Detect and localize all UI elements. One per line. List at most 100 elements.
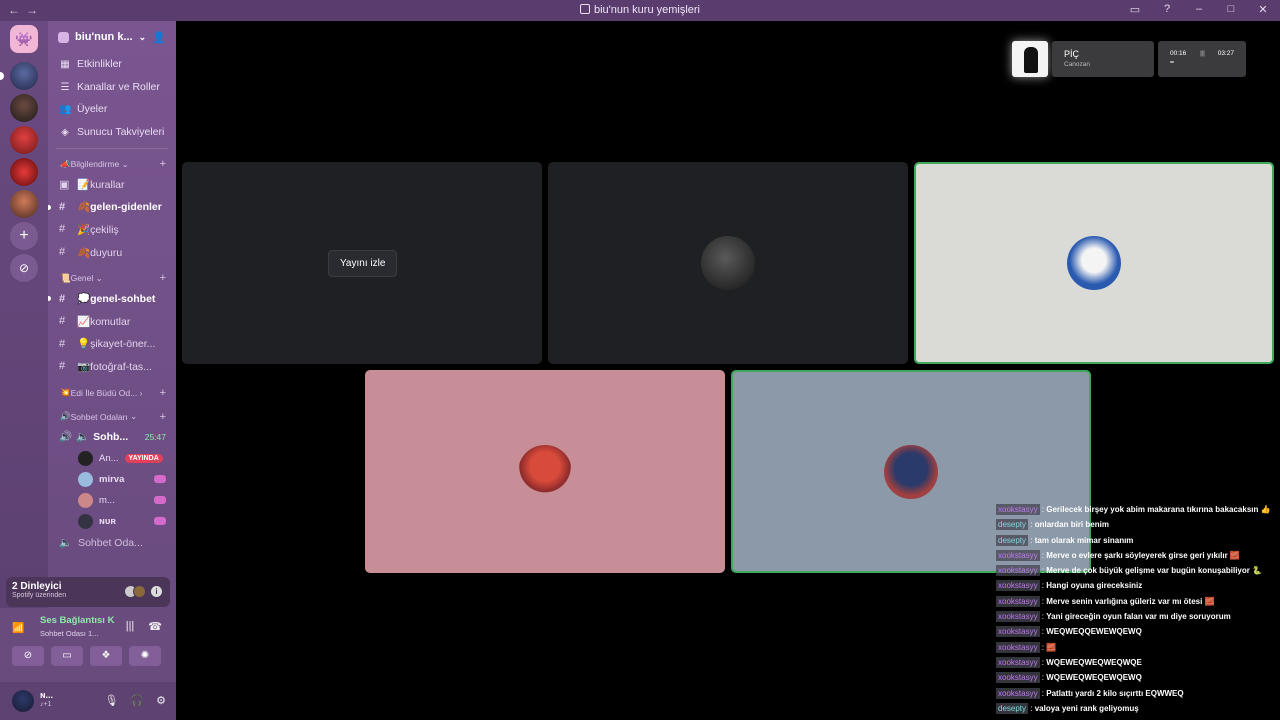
hash-icon: # [59, 200, 66, 213]
connection-channel[interactable]: Sohbet Odası 1... [40, 629, 98, 638]
add-channel-icon[interactable]: + [160, 272, 166, 284]
song-artist: Canozan [1064, 61, 1091, 68]
voice-member[interactable]: ɴᴜʀ [48, 511, 176, 532]
add-server-icon[interactable]: + [10, 222, 38, 250]
hash-icon: # [59, 246, 66, 259]
channel-item[interactable]: # 🍂gelen-gidenler [48, 196, 176, 219]
chat-message: xookstasyy : WQEWEQWEQEWQEWQ [996, 672, 1142, 684]
settings-gear-icon[interactable]: ⚙ [156, 694, 166, 707]
channel-item[interactable]: ▣ 📝kurallar [48, 173, 176, 196]
chat-message: xookstasyy : 🧱 [996, 641, 1057, 653]
activities-icon[interactable]: ❖ [90, 646, 122, 666]
members-icon: 👥 [59, 104, 72, 116]
add-channel-icon[interactable]: + [160, 387, 166, 399]
home-button[interactable]: 👾 [10, 25, 38, 53]
menu-boosts[interactable]: ◈ Sunucu Takviyeleri [48, 121, 176, 144]
avatar[interactable] [12, 690, 34, 712]
info-icon[interactable]: i [151, 586, 162, 597]
inbox-icon[interactable]: ▭ [1128, 3, 1142, 16]
stream-tile[interactable]: Yayını izle [182, 162, 542, 364]
explore-icon[interactable]: ⊘ [10, 254, 38, 282]
avatar [1067, 236, 1121, 290]
channel-item[interactable]: # 🎉çekiliş [48, 218, 176, 241]
channel-item[interactable]: # 🍂duyuru [48, 241, 176, 264]
voice-connection-panel: 📶 Ses Bağlantısı K Sohbet Odası 1... ||| … [0, 608, 176, 720]
activity-icon [154, 517, 166, 526]
chat-message: xookstasyy : Merve de çok büyük gelişme … [996, 565, 1263, 577]
avatar [518, 444, 572, 499]
rules-icon: ▣ [59, 178, 70, 191]
calendar-icon: ▦ [60, 59, 70, 71]
invite-icon[interactable]: 👤 [152, 31, 166, 44]
chat-message: desepty : valoya yeni rank geliyomuş [996, 702, 1139, 714]
voice-member[interactable]: An... YAYINDA [48, 448, 176, 469]
hash-icon: # [59, 337, 66, 350]
server-icon-active[interactable] [0, 62, 38, 90]
avatar [701, 236, 755, 290]
participant-tile-speaking[interactable] [914, 162, 1274, 364]
server-header[interactable]: biu'nun k... ⌄ 👤 [48, 21, 176, 53]
category-genel[interactable]: 📜 Genel ⌄ + [48, 269, 176, 287]
participant-tile[interactable] [548, 162, 908, 364]
now-playing-info: PİÇ Canozan [1052, 41, 1154, 77]
participant-tile[interactable] [365, 370, 725, 573]
chat-message: xookstasyy : WEQWEQQEWEWQEWQ [996, 626, 1142, 638]
disconnect-icon[interactable]: ☎ [148, 620, 162, 633]
channel-item[interactable]: # 💡şikayet-öner... [48, 333, 176, 356]
category-sohbet[interactable]: 🔊 Sohbet Odaları ⌄ + [48, 408, 176, 426]
menu-members[interactable]: 👥 Üyeler [48, 98, 176, 121]
menu-events[interactable]: ▦ Etkinlikler [48, 53, 176, 76]
add-channel-icon[interactable]: + [160, 158, 166, 170]
screen-share-icon[interactable]: ▭ [51, 646, 83, 666]
user-panel: ɴ... ♪+1 🎙 🎧 ⚙ [0, 682, 176, 720]
server-icon[interactable] [10, 190, 38, 218]
chat-message: xookstasyy : Merve senin varlığına güler… [996, 595, 1215, 607]
microphone-icon[interactable]: 🎙 [104, 694, 118, 707]
connection-status: 📶 Ses Bağlantısı K [12, 615, 115, 634]
voice-member[interactable]: m... [48, 490, 176, 511]
category-edi[interactable]: 💥 Edi İle Büdü Od... › + [48, 384, 176, 402]
close-button[interactable]: ✕ [1256, 3, 1270, 16]
listener-avatars [124, 585, 146, 598]
channel-item[interactable]: # 💭genel-sohbet [48, 287, 176, 310]
activity-icon [154, 496, 166, 505]
speaker-icon: 🔈 [59, 537, 73, 550]
window-title: biu'nun kuru yemişleri [0, 4, 1280, 16]
headphones-icon[interactable]: 🎧 [130, 694, 144, 707]
minimize-button[interactable]: – [1192, 3, 1206, 16]
username: ɴ... [40, 690, 54, 700]
speaker-icon: 🔊 [59, 431, 73, 444]
hash-icon: # [59, 360, 66, 373]
title-bar: ←→ biu'nun kuru yemişleri ▭ ? – □ ✕ [0, 0, 1280, 21]
server-icon[interactable] [10, 126, 38, 154]
chat-message: xookstasyy : Yani gireceğin oyun falan v… [996, 611, 1231, 623]
album-art [1012, 41, 1048, 77]
menu-channels-roles[interactable]: ☰ Kanallar ve Roller [48, 76, 176, 99]
avatar [884, 444, 938, 499]
camera-off-icon[interactable]: ⊘ [12, 646, 44, 666]
divider [56, 148, 168, 149]
voice-member[interactable]: mirva [48, 469, 176, 490]
soundboard-icon[interactable]: ✺ [129, 646, 161, 666]
server-icon[interactable] [10, 94, 38, 122]
server-icon[interactable] [10, 158, 38, 186]
activity-icon [154, 475, 166, 484]
voice-channel[interactable]: 🔊 🔈 Sohb... 25:47 [48, 426, 176, 448]
boost-gem-icon: ◈ [61, 126, 69, 138]
add-channel-icon[interactable]: + [160, 411, 166, 423]
total-time: 03:27 [1217, 50, 1234, 57]
channel-item[interactable]: # 📷fotoğraf-tas... [48, 355, 176, 378]
maximize-button[interactable]: □ [1224, 3, 1238, 16]
song-title: PİÇ [1064, 49, 1080, 59]
spotify-listeners[interactable]: 2 Dinleyici Spotify üzerinden i [6, 577, 170, 607]
chat-message: desepty : tam olarak mimar sinanım [996, 534, 1134, 546]
hash-icon: # [59, 292, 66, 305]
watch-stream-button[interactable]: Yayını izle [328, 250, 398, 277]
channel-item[interactable]: # 📈komutlar [48, 310, 176, 333]
category-bilgilendirme[interactable]: 📣 Bilgilendirme ⌄ + [48, 155, 176, 173]
help-icon[interactable]: ? [1160, 3, 1174, 16]
voice-channel[interactable]: 🔈 Sohbet Oda... [48, 532, 176, 554]
noise-suppression-icon[interactable]: ||| [126, 620, 135, 633]
server-icon [579, 4, 590, 14]
chevron-down-icon: ⌄ [138, 31, 147, 42]
